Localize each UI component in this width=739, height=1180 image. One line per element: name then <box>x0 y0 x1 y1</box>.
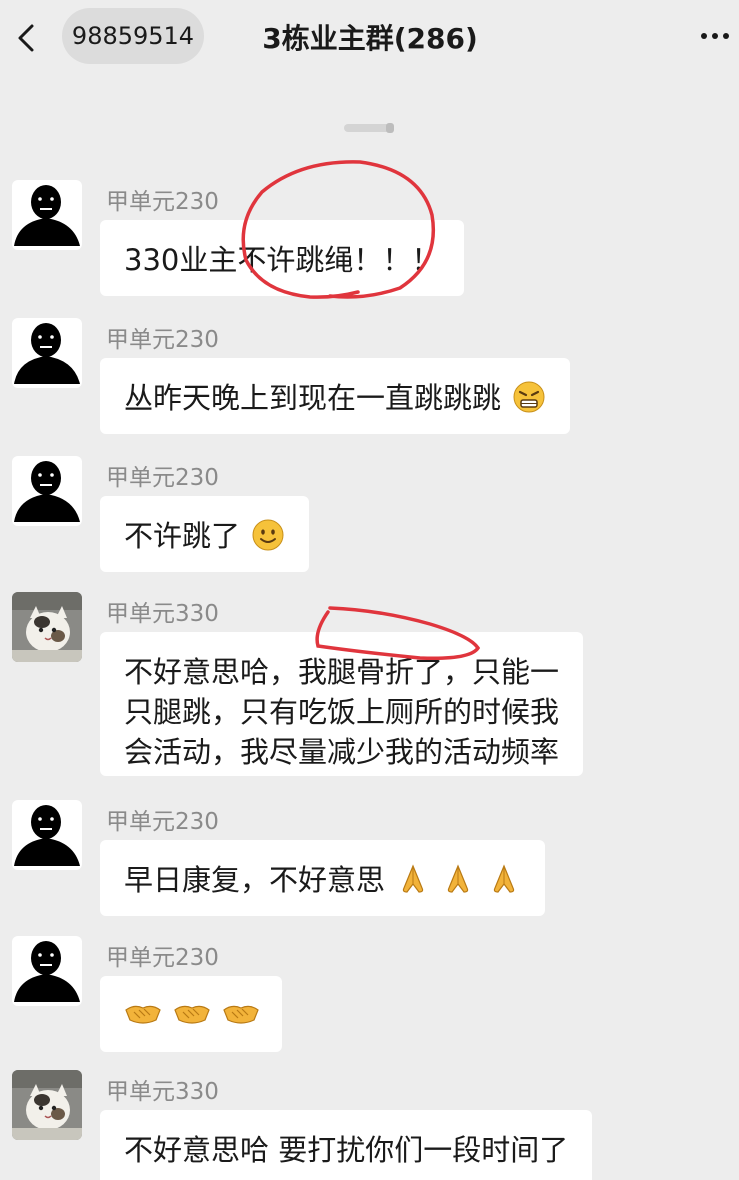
chat-id-chip[interactable]: 98859514 <box>62 8 204 64</box>
message-bubble[interactable] <box>100 976 283 1052</box>
cat-photo-avatar[interactable] <box>12 592 82 662</box>
more-dots-icon[interactable] <box>695 20 735 52</box>
message-text-line: 不好意思哈，我腿骨折了，只能一 <box>124 655 560 689</box>
sender-name: 甲单元330 <box>106 601 219 627</box>
message-item: 甲单元230 <box>0 936 739 1056</box>
message-bubble[interactable]: 丛昨天晚上到现在一直跳跳跳 <box>100 358 571 434</box>
black-silhouette-avatar[interactable] <box>12 936 82 1006</box>
message-item: 甲单元230 早日康复，不好意思 <box>0 800 739 920</box>
message-text: 早日康复，不好意思 <box>124 863 386 897</box>
black-silhouette-avatar[interactable] <box>12 318 82 388</box>
message-item: 甲单元330 不好意思哈，我腿骨折了，只能一 只腿跳，只有吃饭上厕所的时候我 会… <box>0 592 739 782</box>
angry-grimace-emoji <box>513 381 545 413</box>
cat-photo-avatar[interactable] <box>12 1070 82 1140</box>
sender-name: 甲单元230 <box>106 327 219 353</box>
message-text: 不许跳了 <box>124 519 241 553</box>
group-title: 3栋业主群(286) <box>262 22 478 55</box>
handshake-emoji <box>125 1005 161 1024</box>
message-item: 甲单元230 330业主不许跳绳！！！ <box>0 180 739 300</box>
loading-indicator-icon <box>344 123 394 133</box>
message-text: 不好意思哈 要打扰你们一段时间了 <box>124 1133 569 1167</box>
message-bubble[interactable]: 330业主不许跳绳！！！ <box>100 220 465 296</box>
message-bubble[interactable]: 不许跳了 <box>100 496 310 572</box>
message-item: 甲单元330 不好意思哈 要打扰你们一段时间了 <box>0 1070 739 1180</box>
smile-emoji <box>252 519 284 551</box>
message-text-line: 会活动，我尽量减少我的活动频率 <box>124 735 560 769</box>
sender-name: 甲单元230 <box>106 189 219 215</box>
message-text-line: 只腿跳，只有吃饭上厕所的时候我 <box>124 695 560 729</box>
handshake-emoji <box>174 1005 210 1024</box>
message-item: 甲单元230 不许跳了 <box>0 456 739 576</box>
praying-hands-emoji <box>448 864 469 893</box>
praying-hands-emoji <box>493 864 514 893</box>
message-item: 甲单元230 丛昨天晚上到现在一直跳跳跳 <box>0 318 739 438</box>
sender-name: 甲单元230 <box>106 809 219 835</box>
sender-name: 甲单元230 <box>106 945 219 971</box>
praying-hands-emoji <box>403 864 424 893</box>
message-bubble[interactable]: 早日康复，不好意思 <box>100 840 545 916</box>
message-text: 丛昨天晚上到现在一直跳跳跳 <box>124 381 502 415</box>
message-bubble[interactable]: 不好意思哈，我腿骨折了，只能一 只腿跳，只有吃饭上厕所的时候我 会活动，我尽量减… <box>100 632 584 776</box>
message-bubble[interactable]: 不好意思哈 要打扰你们一段时间了 <box>100 1110 593 1180</box>
chevron-left-icon[interactable] <box>12 18 42 58</box>
message-text: 330业主不许跳绳！！！ <box>124 243 441 277</box>
sender-name: 甲单元230 <box>106 465 219 491</box>
black-silhouette-avatar[interactable] <box>12 456 82 526</box>
chat-header: 98859514 3栋业主群(286) <box>0 0 739 78</box>
chat-screen: 98859514 3栋业主群(286) 甲单元230 330业主不许跳绳！！！ <box>0 0 739 1180</box>
sender-name: 甲单元330 <box>106 1079 219 1105</box>
black-silhouette-avatar[interactable] <box>12 800 82 870</box>
handshake-emoji <box>223 1005 260 1024</box>
black-silhouette-avatar[interactable] <box>12 180 82 250</box>
